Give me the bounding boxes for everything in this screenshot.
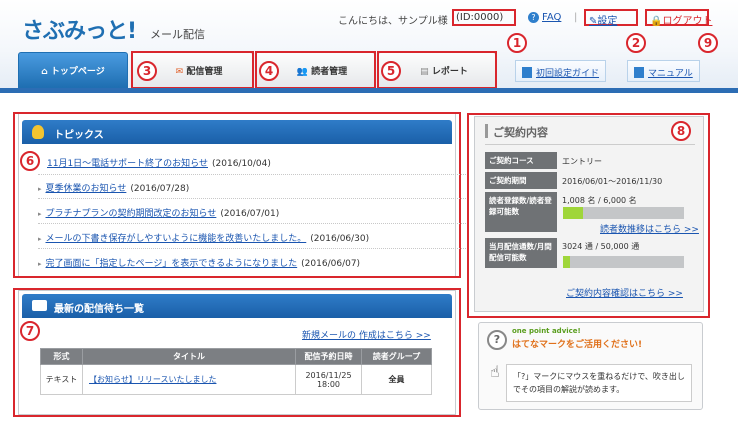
logo-subtitle: メール配信 (150, 28, 205, 41)
sends-progress-fill (563, 256, 571, 268)
topic-item[interactable]: ▸ メールの下書き保存がしやすいように機能を改善いたしました。 (2016/06/3… (38, 231, 369, 244)
sends-label: 当月配信通数/月間配信可能数 (485, 238, 557, 268)
topics-header: トピックス (22, 120, 452, 144)
period-label: ご契約期間 (485, 172, 557, 189)
annotation-badge: 6 (20, 151, 40, 171)
topic-date: (2016/06/07) (301, 259, 361, 269)
envelope-icon (32, 300, 47, 311)
guide-label: 初回設定ガイド (536, 69, 600, 79)
divider (38, 223, 468, 224)
advice-body: 「?」マークにマウスを重ねるだけで、吹き出しでその項目の解説が読めます。 (506, 364, 692, 402)
annotation-badge: 2 (626, 33, 646, 53)
faq-label: FAQ (542, 12, 562, 23)
greeting: こんにちは、サンプル様 (338, 16, 448, 27)
home-icon: ⌂ (41, 67, 51, 77)
topic-item[interactable]: ▸ 完了画面に「指定したページ」を表示できるようになりました (2016/06/07… (38, 256, 360, 269)
column-header: 読者グループ (361, 348, 432, 365)
column-header: 形式 (40, 348, 83, 365)
format-cell: テキスト (40, 364, 83, 395)
topic-link[interactable]: 11月1日～電話サポート終了のお知らせ (47, 159, 208, 169)
settings-link[interactable]: ✎設定 (584, 9, 638, 27)
topic-link[interactable]: プラチナプランの契約期間改定のお知らせ (46, 209, 217, 219)
queue-table: 形式 タイトル 配信予約日時 読者グループ テキスト 【お知らせ】リリースいたし… (40, 348, 432, 395)
topic-date: (2016/10/04) (212, 159, 271, 169)
divider (38, 198, 468, 199)
sends-progress-bar (563, 256, 684, 268)
new-mail-link[interactable]: 新規メールの 作成はこちら >> (302, 328, 431, 341)
divider (38, 248, 468, 249)
topic-link[interactable]: 完了画面に「指定したページ」を表示できるようになりました (46, 259, 298, 269)
lightbulb-icon (32, 125, 44, 139)
table-row: テキスト 【お知らせ】リリースいたしました 2016/11/25 18:00 全員 (40, 364, 432, 395)
logo[interactable]: さぶみっと! (22, 13, 137, 45)
topic-link[interactable]: メールの下書き保存がしやすいように機能を改善いたしました。 (46, 234, 307, 244)
initial-setup-guide-button[interactable]: 初回設定ガイド (515, 60, 607, 82)
readers-trend-link[interactable]: 読者数推移はこちら >> (600, 222, 699, 235)
course-value: エントリー (562, 157, 602, 166)
readers-label: 読者登録数/読者登録可能数 (485, 192, 557, 232)
readers-progress-fill (563, 207, 584, 219)
arrow-icon: ▸ (38, 210, 42, 218)
mail-title-link[interactable]: 【お知らせ】リリースいたしました (89, 375, 216, 384)
course-label: ご契約コース (485, 152, 557, 169)
title-cell: 【お知らせ】リリースいたしました (82, 364, 296, 395)
book-icon (634, 67, 644, 78)
topic-date: (2016/07/01) (220, 209, 280, 219)
readers-value: 1,008 名 / 6,000 名 (562, 196, 637, 205)
topic-item[interactable]: ▸ プラチナプランの契約期間改定のお知らせ (2016/07/01) (38, 206, 279, 219)
arrow-icon: ▸ (38, 260, 42, 268)
arrow-icon: ▸ (38, 185, 42, 193)
logout-label: ログアウト (662, 16, 713, 27)
annotation-badge: 1 (507, 33, 527, 53)
advice-title-en: one point advice! (512, 327, 581, 335)
annotation-badge: 9 (698, 33, 718, 53)
topic-link[interactable]: 夏季休業のお知らせ (46, 184, 127, 194)
settings-label: 設定 (597, 16, 618, 27)
queue-title: 最新の配信待ち一覧 (54, 304, 144, 315)
nav-underline (0, 88, 738, 93)
tab-top-page[interactable]: ⌂ トップページ (18, 52, 128, 88)
time-text: 18:00 (316, 379, 341, 389)
advice-title: はてなマークをご活用ください! (512, 340, 643, 350)
annotation-badge: 4 (259, 61, 279, 81)
manual-label: マニュアル (648, 69, 693, 79)
logout-link[interactable]: 🔒ログアウト (645, 9, 713, 27)
table-header-row: 形式 タイトル 配信予約日時 読者グループ (40, 348, 432, 365)
contract-title: ご契約内容 (485, 122, 695, 145)
queue-header: 最新の配信待ち一覧 (22, 294, 452, 318)
divider: | (574, 12, 578, 23)
topics-title: トピックス (54, 130, 104, 141)
annotation-badge: 7 (20, 321, 40, 341)
faq-link[interactable]: ? FAQ (528, 12, 561, 23)
arrow-icon: ▸ (38, 235, 42, 243)
divider (38, 174, 468, 175)
topic-item[interactable]: 11月1日～電話サポート終了のお知らせ (2016/10/04) (47, 156, 271, 169)
tab-label: トップページ (50, 67, 105, 77)
book-icon (522, 67, 532, 78)
topic-item[interactable]: ▸ 夏季休業のお知らせ (2016/07/28) (38, 181, 189, 194)
date-cell: 2016/11/25 18:00 (295, 364, 362, 395)
period-value: 2016/06/01～2016/11/30 (562, 177, 663, 186)
column-header: 配信予約日時 (295, 348, 362, 365)
annotation-badge: 3 (137, 61, 157, 81)
annotation-badge: 5 (381, 61, 401, 81)
lock-icon: 🔒 (650, 16, 663, 27)
group-cell: 全員 (361, 364, 432, 395)
contract-confirm-link[interactable]: ご契約内容確認はこちら >> (566, 286, 683, 299)
topic-date: (2016/06/30) (310, 234, 370, 244)
manual-button[interactable]: マニュアル (627, 60, 700, 82)
annotation-badge: 8 (671, 121, 691, 141)
readers-progress-bar (563, 207, 684, 219)
date-text: 2016/11/25 (305, 370, 352, 380)
help-icon: ? (528, 12, 539, 23)
sends-value: 3024 通 / 50,000 通 (562, 242, 640, 251)
user-id: (ID:0000) (452, 9, 516, 26)
pointer-hand-icon: ☝ (490, 362, 500, 381)
question-icon: ? (487, 330, 507, 350)
topic-date: (2016/07/28) (130, 184, 190, 194)
column-header: タイトル (82, 348, 296, 365)
